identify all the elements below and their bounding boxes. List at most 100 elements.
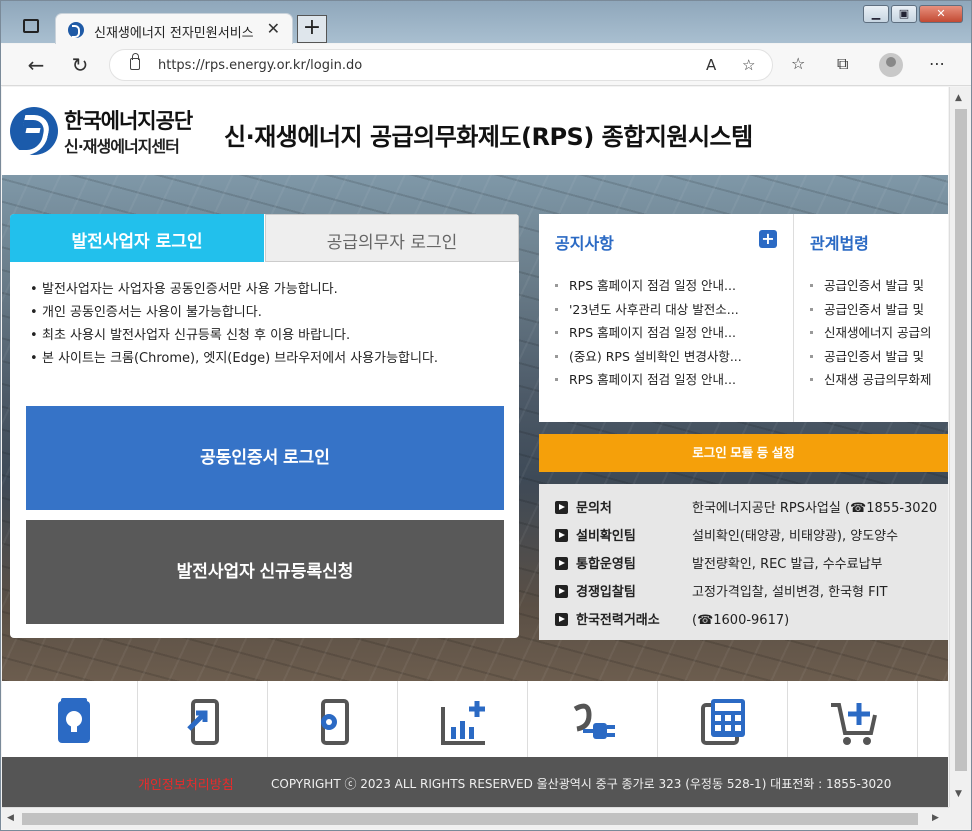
site-footer: 개인정보처리방침 COPYRIGHT ⓒ 2023 ALL RIGHTS RES… bbox=[2, 757, 948, 807]
notice-item[interactable]: '23년도 사후관리 대상 발전소... bbox=[555, 298, 742, 322]
notice-board-list: RPS 홈페이지 점검 일정 안내... '23년도 사후관리 대상 발전소..… bbox=[555, 274, 742, 392]
contact-info: 고정가격입찰, 설비변경, 한국형 FIT bbox=[692, 585, 888, 600]
generator-register-button[interactable]: 발전사업자 신규등록신청 bbox=[26, 520, 504, 624]
logo-center-name[interactable]: 신·재생에너지센터 bbox=[64, 133, 180, 157]
contact-row: 통합운영팀 발전량확인, REC 발급, 수수료납부 bbox=[555, 553, 883, 573]
kea-logo-icon[interactable] bbox=[10, 107, 58, 155]
law-item[interactable]: 공급인증서 발급 및 bbox=[810, 345, 931, 369]
notice-more-plus-icon[interactable]: + bbox=[759, 230, 777, 248]
notice-item[interactable]: (중요) RPS 설비확인 변경사항... bbox=[555, 345, 742, 369]
login-module-settings-button[interactable]: 로그인 모듈 등 설정 bbox=[539, 434, 948, 472]
vertical-scrollbar[interactable]: ▲ ▼ bbox=[949, 87, 971, 807]
browser-window: 신재생에너지 전자민원서비스 ✕ + ▁ ▣ ✕ ← ↻ https://rps… bbox=[0, 0, 972, 831]
minimize-button[interactable]: ▁ bbox=[863, 5, 889, 23]
close-window-button[interactable]: ✕ bbox=[919, 5, 963, 23]
contact-dept: 설비확인팀 bbox=[576, 529, 636, 544]
site-header: 한국에너지공단 신·재생에너지센터 신·재생에너지 공급의무화제도(RPS) 종… bbox=[2, 87, 948, 175]
browser-tab[interactable]: 신재생에너지 전자민원서비스 ✕ bbox=[55, 13, 293, 45]
profile-avatar[interactable] bbox=[879, 53, 903, 77]
logo-org-name[interactable]: 한국에너지공단 bbox=[64, 105, 193, 135]
horizontal-scrollbar[interactable]: ◀ ▶ bbox=[2, 807, 949, 829]
contact-row: 경쟁입찰팀 고정가격입찰, 설비변경, 한국형 FIT bbox=[555, 581, 887, 601]
law-board-title[interactable]: 관계법령 bbox=[810, 230, 869, 254]
favorites-icon[interactable]: ☆ bbox=[791, 54, 805, 73]
page-viewport: 한국에너지공단 신·재생에너지센터 신·재생에너지 공급의무화제도(RPS) 종… bbox=[2, 87, 948, 807]
plug-icon bbox=[573, 703, 615, 739]
horizontal-scroll-thumb[interactable] bbox=[22, 813, 918, 825]
contact-dept: 통합운영팀 bbox=[576, 557, 636, 572]
tab-generator-login[interactable]: 발전사업자 로그인 bbox=[10, 214, 264, 262]
contact-info: 설비확인(태양광, 비태양광), 양도양수 bbox=[692, 529, 899, 544]
contact-info: 발전량확인, REC 발급, 수수료납부 bbox=[692, 557, 883, 572]
scroll-left-icon[interactable]: ◀ bbox=[7, 813, 14, 823]
title-bar: 신재생에너지 전자민원서비스 ✕ + ▁ ▣ ✕ bbox=[1, 1, 971, 45]
contact-info: (☎1600-9617) bbox=[692, 613, 790, 628]
law-board-list: 공급인증서 발급 및 공급인증서 발급 및 신재생에너지 공급의 공급인증서 발… bbox=[810, 274, 931, 392]
collections-icon[interactable]: ⧉ bbox=[837, 54, 848, 74]
quick-menu bbox=[2, 681, 948, 757]
address-bar[interactable]: https://rps.energy.or.kr/login.do A ☆ bbox=[109, 49, 773, 81]
add-favorite-icon[interactable]: ☆ bbox=[742, 56, 755, 74]
law-item[interactable]: 공급인증서 발급 및 bbox=[810, 274, 931, 298]
notice-item[interactable]: RPS 홈페이지 점검 일정 안내... bbox=[555, 274, 742, 298]
law-item[interactable]: 신재생에너지 공급의 bbox=[810, 321, 931, 345]
tab-actions-icon[interactable] bbox=[23, 19, 39, 33]
quick-menu-item[interactable] bbox=[8, 681, 138, 757]
play-bullet-icon bbox=[555, 529, 568, 542]
mobile-gear-icon bbox=[321, 699, 349, 745]
login-panel: 발전사업자 로그인 공급의무자 로그인 발전사업자는 사업자용 공동인증서만 사… bbox=[10, 214, 519, 638]
read-aloud-icon[interactable]: A bbox=[706, 56, 716, 74]
chart-plus-icon bbox=[441, 701, 485, 745]
law-item[interactable]: 공급인증서 발급 및 bbox=[810, 298, 931, 322]
board-divider bbox=[793, 214, 794, 422]
quick-menu-item[interactable] bbox=[268, 681, 398, 757]
privacy-policy-link[interactable]: 개인정보처리방침 bbox=[138, 774, 234, 793]
law-item[interactable]: 신재생 공급의무화제 bbox=[810, 368, 931, 392]
back-icon[interactable]: ← bbox=[23, 52, 49, 78]
page-title: 신·재생에너지 공급의무화제도(RPS) 종합지원시스템 bbox=[224, 123, 753, 151]
site-favicon-icon bbox=[68, 22, 84, 38]
cart-plus-icon bbox=[831, 703, 877, 745]
url-text[interactable]: https://rps.energy.or.kr/login.do bbox=[158, 58, 362, 73]
contact-row: 문의처 한국에너지공단 RPS사업실 (☎1855-3020 bbox=[555, 497, 937, 517]
lock-icon[interactable] bbox=[130, 53, 140, 70]
quick-menu-item[interactable] bbox=[658, 681, 788, 757]
notice-item[interactable]: RPS 홈페이지 점검 일정 안내... bbox=[555, 321, 742, 345]
contact-box: 문의처 한국에너지공단 RPS사업실 (☎1855-3020 설비확인팀 설비확인(… bbox=[539, 484, 948, 640]
play-bullet-icon bbox=[555, 501, 568, 514]
play-bullet-icon bbox=[555, 557, 568, 570]
quick-menu-item[interactable] bbox=[398, 681, 528, 757]
list-item: 발전사업자는 사업자용 공동인증서만 사용 가능합니다. bbox=[30, 278, 438, 301]
close-tab-icon[interactable]: ✕ bbox=[267, 19, 280, 38]
play-bullet-icon bbox=[555, 585, 568, 598]
scroll-right-icon[interactable]: ▶ bbox=[932, 813, 939, 823]
notice-item[interactable]: RPS 홈페이지 점검 일정 안내... bbox=[555, 368, 742, 392]
maximize-button[interactable]: ▣ bbox=[891, 5, 917, 23]
tab-supplier-login[interactable]: 공급의무자 로그인 bbox=[265, 214, 519, 262]
list-item: 본 사이트는 크롬(Chrome), 엣지(Edge) 브라우저에서 사용가능합… bbox=[30, 347, 438, 370]
contact-info: 한국에너지공단 RPS사업실 (☎1855-3020 bbox=[692, 501, 938, 516]
mobile-arrow-icon bbox=[187, 699, 219, 745]
address-toolbar: ← ↻ https://rps.energy.or.kr/login.do A … bbox=[1, 44, 971, 86]
vertical-scroll-thumb[interactable] bbox=[955, 109, 967, 771]
tab-title: 신재생에너지 전자민원서비스 bbox=[94, 26, 254, 41]
scroll-up-icon[interactable]: ▲ bbox=[955, 93, 962, 103]
lightbulb-icon bbox=[58, 698, 90, 743]
scrollbar-corner bbox=[949, 807, 971, 829]
contact-dept: 한국전력거래소 bbox=[576, 613, 660, 628]
notice-board-title[interactable]: 공지사항 bbox=[555, 230, 614, 254]
more-menu-icon[interactable]: ⋯ bbox=[929, 54, 945, 73]
quick-menu-item[interactable] bbox=[138, 681, 268, 757]
contact-dept: 문의처 bbox=[576, 501, 612, 516]
new-tab-button[interactable]: + bbox=[297, 15, 327, 43]
quick-menu-item[interactable] bbox=[528, 681, 658, 757]
contact-row: 한국전력거래소 (☎1600-9617) bbox=[555, 609, 789, 629]
quick-menu-item[interactable] bbox=[788, 681, 918, 757]
certificate-login-button[interactable]: 공동인증서 로그인 bbox=[26, 406, 504, 510]
scroll-down-icon[interactable]: ▼ bbox=[955, 789, 962, 799]
refresh-icon[interactable]: ↻ bbox=[67, 52, 93, 78]
contact-dept: 경쟁입찰팀 bbox=[576, 585, 636, 600]
copyright-text: COPYRIGHT ⓒ 2023 ALL RIGHTS RESERVED 울산광… bbox=[271, 777, 892, 791]
play-bullet-icon bbox=[555, 613, 568, 626]
contact-row: 설비확인팀 설비확인(태양광, 비태양광), 양도양수 bbox=[555, 525, 898, 545]
